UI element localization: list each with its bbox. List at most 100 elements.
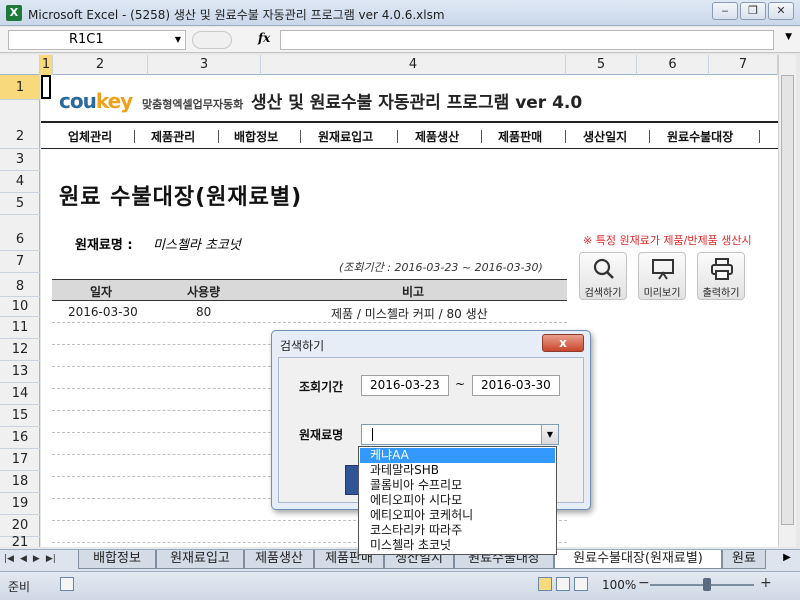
normal-view-icon[interactable] bbox=[538, 577, 552, 591]
prev-sheet-icon[interactable]: ◀ bbox=[20, 554, 27, 564]
preview-button[interactable]: 미리보기 bbox=[638, 252, 686, 300]
row-header[interactable]: 15 bbox=[0, 405, 40, 427]
search-button[interactable]: 검색하기 bbox=[579, 252, 627, 300]
row-header[interactable]: 3 bbox=[0, 149, 40, 171]
dropdown-option[interactable]: 미스첼라 초코넛 bbox=[360, 538, 555, 553]
select-all-corner[interactable] bbox=[0, 55, 40, 75]
zoom-in-icon[interactable]: + bbox=[760, 575, 772, 591]
formula-input[interactable] bbox=[280, 30, 774, 50]
material-dropdown-list: 케냐AA 과테말라SHB 콜롬비아 수프리모 에티오피아 시다모 에티오피아 코… bbox=[358, 446, 557, 555]
column-header[interactable]: 2 bbox=[53, 55, 148, 75]
chevron-down-icon[interactable]: ▼ bbox=[541, 425, 558, 444]
restore-button[interactable]: ❐ bbox=[740, 2, 766, 20]
menu-separator bbox=[134, 130, 135, 143]
dropdown-option[interactable]: 코스타리카 따라주 bbox=[360, 523, 555, 538]
table-row[interactable]: 2016-03-30 80 제품 / 미스첼라 커피 / 80 생산 bbox=[52, 301, 567, 323]
status-bar: 준비 100% − + bbox=[0, 571, 800, 600]
scroll-thumb[interactable] bbox=[781, 75, 794, 525]
minimize-button[interactable]: ‒ bbox=[712, 2, 738, 20]
sheet-tab[interactable]: 배합정보 bbox=[78, 550, 156, 569]
row-header[interactable]: 12 bbox=[0, 339, 40, 361]
main-menu: 업체관리 제품관리 배합정보 원재료입고 제품생산 제품판매 생산일지 원료수불… bbox=[41, 121, 778, 149]
first-sheet-icon[interactable]: |◀ bbox=[4, 554, 14, 564]
row-header[interactable]: 17 bbox=[0, 449, 40, 471]
column-header[interactable]: 3 bbox=[148, 55, 261, 75]
row-headers: 1 2 3 4 5 6 7 8 10 11 12 13 14 15 16 17 … bbox=[0, 75, 40, 549]
dropdown-option[interactable]: 과테말라SHB bbox=[360, 463, 555, 478]
row-header[interactable]: 10 bbox=[0, 297, 40, 317]
vertical-scrollbar[interactable] bbox=[778, 55, 796, 547]
zoom-slider-thumb[interactable] bbox=[703, 578, 711, 591]
date-to-field[interactable]: 2016-03-30 bbox=[472, 375, 560, 396]
row-header[interactable]: 19 bbox=[0, 493, 40, 515]
horizontal-scroll-right-icon[interactable]: ▶ bbox=[776, 552, 798, 568]
zoom-slider[interactable] bbox=[650, 584, 754, 586]
zoom-level: 100% bbox=[602, 578, 637, 592]
printer-icon bbox=[711, 258, 733, 280]
app-title: 생산 및 원료수불 자동관리 프로그램 ver 4.0 bbox=[251, 93, 583, 113]
chevron-down-icon[interactable]: ▼ bbox=[175, 31, 181, 49]
menu-item-production-log[interactable]: 생산일지 bbox=[583, 128, 627, 145]
column-header[interactable]: 6 bbox=[637, 55, 709, 75]
sheet-tab[interactable]: 원료 bbox=[722, 550, 766, 569]
menu-item-material-ledger[interactable]: 원료수불대장 bbox=[667, 128, 733, 145]
sheet-tab-active[interactable]: 원료수불대장(원재료별) bbox=[554, 550, 722, 569]
name-box-value: R1C1 bbox=[69, 32, 104, 47]
expand-formula-icon[interactable]: ▼ bbox=[785, 32, 792, 42]
row-header[interactable]: 4 bbox=[0, 171, 40, 193]
dropdown-option[interactable]: 케냐AA bbox=[360, 448, 555, 463]
row-header[interactable]: 21 bbox=[0, 536, 40, 549]
column-qty-header: 사용량 bbox=[187, 285, 221, 299]
table-header: 일자 사용량 비고 bbox=[52, 279, 567, 301]
period-text: (조회기간 : 2016-03-23 ~ 2016-03-30) bbox=[339, 261, 543, 274]
zoom-out-icon[interactable]: − bbox=[638, 575, 650, 591]
page-break-view-icon[interactable] bbox=[574, 577, 588, 591]
close-window-button[interactable]: ✕ bbox=[768, 2, 794, 20]
row-header[interactable]: 6 bbox=[0, 215, 40, 251]
row-header[interactable]: 16 bbox=[0, 427, 40, 449]
row-header[interactable]: 18 bbox=[0, 471, 40, 493]
macro-record-icon[interactable] bbox=[60, 577, 74, 591]
insert-function-icon[interactable]: fx bbox=[258, 31, 270, 45]
name-box[interactable]: R1C1 ▼ bbox=[8, 30, 186, 50]
last-sheet-icon[interactable]: ▶| bbox=[46, 554, 56, 564]
date-from-field[interactable]: 2016-03-23 bbox=[361, 375, 449, 396]
dialog-close-button[interactable]: x bbox=[542, 334, 584, 352]
row-header[interactable]: 7 bbox=[0, 251, 40, 273]
menu-item-product[interactable]: 제품관리 bbox=[151, 128, 195, 145]
row-header[interactable]: 14 bbox=[0, 383, 40, 405]
dropdown-option[interactable]: 에티오피아 시다모 bbox=[360, 493, 555, 508]
menu-item-production[interactable]: 제품생산 bbox=[415, 128, 459, 145]
row-header[interactable]: 8 bbox=[0, 273, 40, 297]
date-range-separator: ~ bbox=[455, 377, 466, 391]
column-header[interactable]: 4 bbox=[261, 55, 566, 75]
row-header[interactable]: 13 bbox=[0, 361, 40, 383]
column-header[interactable]: 7 bbox=[709, 55, 778, 75]
menu-item-vendor[interactable]: 업체관리 bbox=[68, 128, 112, 145]
sheet-tab[interactable]: 원재료입고 bbox=[156, 550, 244, 569]
material-combobox[interactable]: ▼ bbox=[361, 424, 559, 445]
menu-item-material-inbound[interactable]: 원재료입고 bbox=[318, 128, 373, 145]
row-header[interactable]: 1 bbox=[0, 75, 40, 100]
text-caret bbox=[372, 428, 373, 441]
monitor-icon bbox=[652, 259, 674, 280]
dialog-title: 검색하기 bbox=[280, 339, 325, 353]
sheet-tab[interactable]: 제품생산 bbox=[244, 550, 314, 569]
row-header[interactable]: 2 bbox=[0, 100, 40, 149]
notice-text: ※ 특정 원재료가 제품/반제품 생산시 bbox=[583, 234, 752, 247]
active-cell-cursor bbox=[41, 75, 51, 99]
row-header[interactable]: 5 bbox=[0, 193, 40, 215]
menu-item-sales[interactable]: 제품판매 bbox=[498, 128, 542, 145]
print-button[interactable]: 출력하기 bbox=[697, 252, 745, 300]
page-layout-view-icon[interactable] bbox=[556, 577, 570, 591]
column-header[interactable]: 5 bbox=[566, 55, 637, 75]
dropdown-option[interactable]: 에티오피아 코케허니 bbox=[360, 508, 555, 523]
dropdown-option[interactable]: 콜롬비아 수프리모 bbox=[360, 478, 555, 493]
next-sheet-icon[interactable]: ▶ bbox=[33, 554, 40, 564]
row-header[interactable]: 11 bbox=[0, 317, 40, 339]
row-header[interactable]: 20 bbox=[0, 515, 40, 537]
menu-item-recipe[interactable]: 배합정보 bbox=[234, 128, 278, 145]
column-header[interactable]: 1 bbox=[40, 55, 53, 75]
menu-separator bbox=[218, 130, 219, 143]
column-headers: 1 2 3 4 5 6 7 bbox=[0, 55, 778, 75]
